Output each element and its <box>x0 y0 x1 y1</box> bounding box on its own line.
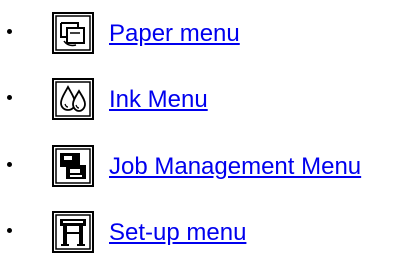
bullet-icon <box>7 162 12 167</box>
menu-item-setup: Set-up menu <box>0 211 406 255</box>
ink-drops-icon[interactable] <box>52 78 94 120</box>
ink-menu-link[interactable]: Ink Menu <box>109 86 208 114</box>
bullet-icon <box>7 228 12 233</box>
paper-icon[interactable] <box>52 12 94 54</box>
job-management-icon[interactable] <box>52 145 94 187</box>
menu-item-ink: Ink Menu <box>0 78 406 122</box>
paper-menu-link[interactable]: Paper menu <box>109 20 240 48</box>
job-management-menu-link[interactable]: Job Management Menu <box>109 153 361 181</box>
bullet-icon <box>7 95 12 100</box>
menu-item-paper: Paper menu <box>0 12 406 56</box>
bullet-icon <box>7 29 12 34</box>
setup-printer-icon[interactable] <box>52 211 94 253</box>
menu-item-job-management: Job Management Menu <box>0 145 406 189</box>
setup-menu-link[interactable]: Set-up menu <box>109 219 246 247</box>
